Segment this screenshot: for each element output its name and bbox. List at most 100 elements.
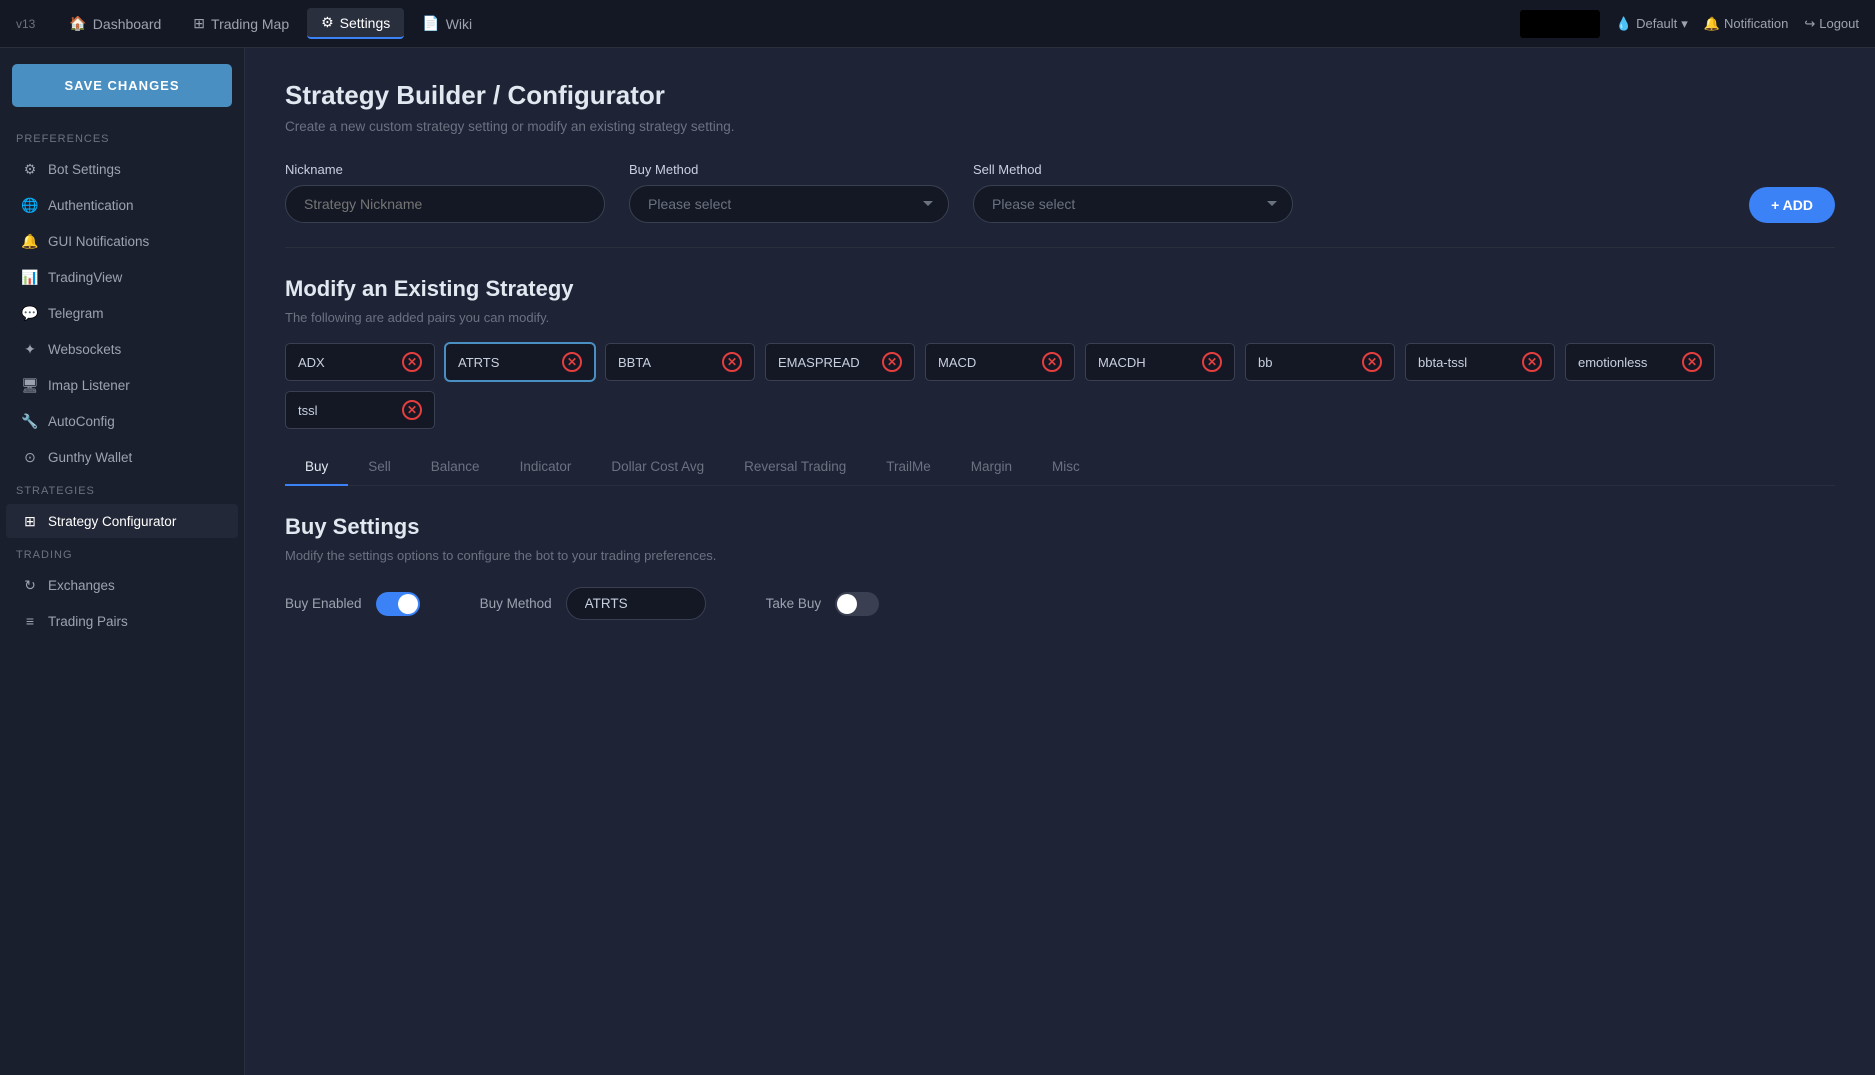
sidebar-item-telegram[interactable]: 💬 Telegram: [6, 296, 238, 330]
tab-sell[interactable]: Sell: [348, 449, 411, 486]
strategy-tag-atrts[interactable]: ATRTS ✕: [445, 343, 595, 381]
websockets-label: Websockets: [48, 342, 121, 357]
tab-trailme[interactable]: TrailMe: [866, 449, 951, 486]
strategy-tag-macdh[interactable]: MACDH ✕: [1085, 343, 1235, 381]
user-box[interactable]: [1520, 10, 1600, 38]
take-buy-item: Take Buy: [766, 592, 880, 616]
strategy-tag-label: BBTA: [618, 355, 712, 370]
buy-method-item: Buy Method: [480, 587, 706, 620]
strategy-tag-tssl[interactable]: tssl ✕: [285, 391, 435, 429]
strategy-tag-bb[interactable]: bb ✕: [1245, 343, 1395, 381]
strategy-tag-remove-emaspread[interactable]: ✕: [882, 352, 902, 372]
autoconfig-label: AutoConfig: [48, 414, 115, 429]
sidebar-item-authentication[interactable]: 🌐 Authentication: [6, 188, 238, 222]
nav-item-settings[interactable]: ⚙ Settings: [307, 8, 404, 39]
logout-button[interactable]: ↪ Logout: [1804, 16, 1859, 32]
buy-method-group: Buy Method Please select: [629, 162, 949, 223]
notification-button[interactable]: 🔔 Notification: [1704, 16, 1789, 32]
tab-indicator[interactable]: Indicator: [500, 449, 592, 486]
chat-icon: 💬: [22, 305, 38, 321]
strategy-tag-label: bb: [1258, 355, 1352, 370]
strategy-tag-adx[interactable]: ADX ✕: [285, 343, 435, 381]
gear-icon: ⚙: [22, 161, 38, 177]
nav-item-trading-map[interactable]: ⊞ Trading Map: [179, 9, 303, 38]
websocket-icon: ✦: [22, 341, 38, 357]
strategy-tag-remove-bbta[interactable]: ✕: [722, 352, 742, 372]
sidebar-item-bot-settings[interactable]: ⚙ Bot Settings: [6, 152, 238, 186]
version-label: v13: [16, 17, 35, 31]
section-divider: [285, 247, 1835, 248]
strategy-tag-bbta[interactable]: BBTA ✕: [605, 343, 755, 381]
top-nav: v13 🏠 Dashboard ⊞ Trading Map ⚙ Settings…: [0, 0, 1875, 48]
tab-balance[interactable]: Balance: [411, 449, 500, 486]
strategy-tag-remove-bbta-tssl[interactable]: ✕: [1522, 352, 1542, 372]
logout-icon: ↪: [1804, 16, 1815, 32]
nav-right: 💧 Default ▾ 🔔 Notification ↪ Logout: [1520, 10, 1859, 38]
strategy-tag-remove-macdh[interactable]: ✕: [1202, 352, 1222, 372]
sidebar-item-trading-pairs[interactable]: ≡ Trading Pairs: [6, 604, 238, 638]
sidebar-item-autoconfig[interactable]: 🔧 AutoConfig: [6, 404, 238, 438]
take-buy-toggle-knob: [837, 594, 857, 614]
nav-dashboard-label: Dashboard: [93, 16, 162, 32]
create-strategy-form: Nickname Buy Method Please select Sell M…: [285, 162, 1835, 223]
chevron-down-icon: ▾: [1681, 16, 1688, 32]
sidebar-item-tradingview[interactable]: 📊 TradingView: [6, 260, 238, 294]
strategy-tag-remove-emotionless[interactable]: ✕: [1682, 352, 1702, 372]
strategy-tag-bbta-tssl[interactable]: bbta-tssl ✕: [1405, 343, 1555, 381]
buy-method-value-input[interactable]: [566, 587, 706, 620]
wiki-icon: 📄: [422, 15, 439, 32]
tab-margin[interactable]: Margin: [951, 449, 1032, 486]
sidebar-item-strategy-configurator[interactable]: ⊞ Strategy Configurator: [6, 504, 238, 538]
buy-enabled-label: Buy Enabled: [285, 596, 362, 611]
buy-enabled-item: Buy Enabled: [285, 592, 420, 616]
sell-method-label: Sell Method: [973, 162, 1293, 177]
page-subtitle: Create a new custom strategy setting or …: [285, 119, 1835, 134]
buy-enabled-toggle[interactable]: [376, 592, 420, 616]
strategy-configurator-label: Strategy Configurator: [48, 514, 176, 529]
strategy-tag-label: emotionless: [1578, 355, 1672, 370]
tab-buy[interactable]: Buy: [285, 449, 348, 486]
bot-settings-label: Bot Settings: [48, 162, 121, 177]
strategy-tag-remove-tssl[interactable]: ✕: [402, 400, 422, 420]
sidebar-item-imap-listener[interactable]: 🖥 Imap Listener: [6, 368, 238, 402]
buy-settings-title: Buy Settings: [285, 514, 1835, 540]
tab-misc[interactable]: Misc: [1032, 449, 1100, 486]
take-buy-toggle[interactable]: [835, 592, 879, 616]
strategy-tag-remove-bb[interactable]: ✕: [1362, 352, 1382, 372]
sidebar-item-exchanges[interactable]: ↻ Exchanges: [6, 568, 238, 602]
sell-method-select[interactable]: Please select: [973, 185, 1293, 223]
strategy-tag-label: EMASPREAD: [778, 355, 872, 370]
sidebar-item-websockets[interactable]: ✦ Websockets: [6, 332, 238, 366]
take-buy-label: Take Buy: [766, 596, 822, 611]
add-strategy-button[interactable]: + ADD: [1749, 187, 1835, 223]
tab-reversal-trading[interactable]: Reversal Trading: [724, 449, 866, 486]
strategy-tag-emaspread[interactable]: EMASPREAD ✕: [765, 343, 915, 381]
sidebar: SAVE CHANGES Preferences ⚙ Bot Settings …: [0, 48, 245, 1075]
chart-icon: 📊: [22, 269, 38, 285]
nickname-input[interactable]: [285, 185, 605, 223]
gunthy-wallet-label: Gunthy Wallet: [48, 450, 132, 465]
pairs-icon: ≡: [22, 613, 38, 629]
strategy-tag-emotionless[interactable]: emotionless ✕: [1565, 343, 1715, 381]
exchanges-label: Exchanges: [48, 578, 115, 593]
sidebar-item-gui-notifications[interactable]: 🔔 GUI Notifications: [6, 224, 238, 258]
nav-item-wiki[interactable]: 📄 Wiki: [408, 9, 486, 38]
strategy-tag-label: bbta-tssl: [1418, 355, 1512, 370]
default-label: Default: [1636, 16, 1677, 31]
notification-label: Notification: [1724, 16, 1788, 31]
telegram-label: Telegram: [48, 306, 104, 321]
buy-method-label: Buy Method: [629, 162, 949, 177]
nav-item-dashboard[interactable]: 🏠 Dashboard: [55, 9, 175, 38]
default-dropdown[interactable]: 💧 Default ▾: [1616, 16, 1688, 32]
strategy-tag-remove-adx[interactable]: ✕: [402, 352, 422, 372]
save-changes-button[interactable]: SAVE CHANGES: [12, 64, 232, 107]
strategy-tag-remove-atrts[interactable]: ✕: [562, 352, 582, 372]
gui-notifications-label: GUI Notifications: [48, 234, 149, 249]
sidebar-item-gunthy-wallet[interactable]: ⊙ Gunthy Wallet: [6, 440, 238, 474]
sell-method-group: Sell Method Please select: [973, 162, 1293, 223]
buy-method-select[interactable]: Please select: [629, 185, 949, 223]
tab-dollar-cost-avg[interactable]: Dollar Cost Avg: [591, 449, 724, 486]
modify-section-title: Modify an Existing Strategy: [285, 276, 1835, 302]
strategy-tag-remove-macd[interactable]: ✕: [1042, 352, 1062, 372]
strategy-tag-macd[interactable]: MACD ✕: [925, 343, 1075, 381]
